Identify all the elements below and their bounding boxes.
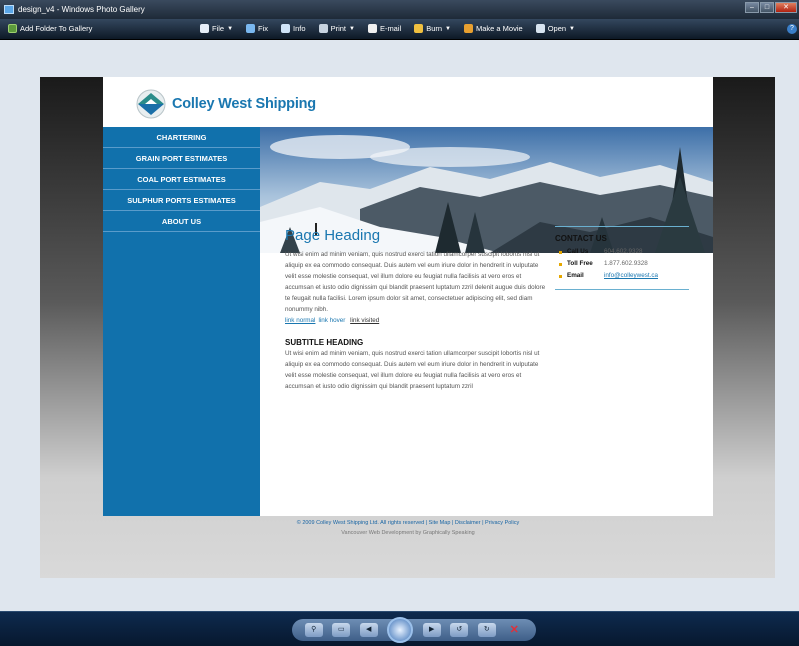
fix-icon (246, 24, 256, 33)
menu-label: Print (330, 24, 346, 33)
menu-burn[interactable]: Burn ▼ (414, 24, 451, 33)
contact-value: 1.877.602.9328 (604, 260, 648, 267)
chevron-down-icon: ▼ (445, 25, 451, 32)
add-folder-button[interactable]: Add Folder To Gallery (8, 24, 92, 33)
print-icon (318, 24, 328, 33)
menu-fix[interactable]: Fix (246, 24, 268, 33)
body-paragraph: Ut wisi enim ad minim veniam, quis nostr… (285, 350, 540, 390)
contact-label: Toll Free (567, 260, 593, 267)
add-folder-icon (8, 24, 17, 33)
logo: Colley West Shipping (136, 89, 316, 119)
contact-title: CONTACT US (555, 234, 607, 243)
email-link[interactable]: info@colleywest.ca (604, 270, 658, 282)
menu-label: Fix (258, 24, 269, 33)
brand-name: Colley West Shipping (172, 96, 316, 112)
menu-make-a-movie[interactable]: Make a Movie (464, 24, 523, 33)
command-menu: File ▼ Fix Info Print ▼ E-mail Burn ▼ Make a Movi… (200, 24, 588, 33)
chevron-down-icon: ▼ (348, 25, 355, 32)
maximize-button[interactable]: □ (760, 2, 774, 13)
footer-credit: Vancouver Web Development by Graphically… (341, 530, 475, 536)
playback-controls: ⚲ ▭ ◀ ▶ ↺ ↻ ✕ (292, 617, 536, 643)
menu-label: Burn (426, 24, 443, 33)
link-visited[interactable]: link visited (350, 317, 379, 324)
file-icon (200, 24, 209, 33)
slideshow-icon[interactable] (387, 617, 414, 643)
contact-box: CONTACT US Call Us 604.602.9328 Toll Fre… (555, 226, 689, 290)
actual-size-icon[interactable]: ▭ (332, 623, 351, 637)
email-icon (367, 24, 377, 33)
chevron-down-icon: ▼ (569, 25, 575, 32)
rotate-left-icon[interactable]: ↺ (450, 623, 469, 637)
site-nav: CHARTERING GRAIN PORT ESTIMATES COAL POR… (103, 127, 260, 516)
movie-icon (464, 24, 473, 33)
contact-row-phone: Call Us 604.602.9328 (555, 246, 689, 258)
menu-label: Make a Movie (476, 24, 523, 33)
contact-label: Call Us (567, 248, 589, 255)
delete-icon[interactable]: ✕ (505, 623, 523, 637)
nav-item-coal-port-estimates[interactable]: COAL PORT ESTIMATES (103, 169, 260, 190)
menu-file[interactable]: File ▼ (200, 24, 233, 33)
window-title: design_v4 - Windows Photo Gallery (18, 5, 145, 14)
link-hover[interactable]: link hover (318, 317, 345, 324)
next-icon[interactable]: ▶ (422, 623, 441, 637)
main-content: Page Heading Ut wisi enim ad minim venia… (285, 227, 550, 392)
menu-e-mail[interactable]: E-mail (367, 24, 402, 33)
subtitle-heading: SUBTITLE HEADING (285, 338, 364, 347)
menu-label: E-mail (379, 24, 402, 33)
window-controls: – □ ✕ (744, 2, 797, 13)
nav-item-sulphur-ports-estimates[interactable]: SULPHUR PORTS ESTIMATES (103, 190, 260, 211)
chevron-down-icon: ▼ (227, 25, 234, 32)
contact-value: 604.602.9328 (604, 248, 643, 255)
page-heading: Page Heading (285, 227, 381, 244)
menu-label: Info (293, 24, 306, 33)
nav-item-about-us[interactable]: ABOUT US (103, 211, 260, 232)
burn-icon (414, 24, 424, 33)
command-bar: Add Folder To Gallery File ▼ Fix Info Print ▼… (0, 19, 799, 40)
menu-label: Open (547, 24, 567, 33)
add-folder-label: Add Folder To Gallery (20, 24, 93, 33)
rotate-right-icon[interactable]: ↻ (477, 623, 496, 637)
body-paragraph: Ut wisi enim ad minim veniam, quis nostr… (285, 251, 546, 313)
navigation-bar: ⚲ ▭ ◀ ▶ ↺ ↻ ✕ (0, 611, 799, 646)
open-icon (535, 24, 545, 33)
bullet-icon (559, 274, 562, 278)
site-header: Colley West Shipping (103, 77, 713, 127)
footer-links[interactable]: © 2009 Colley West Shipping Ltd. All rig… (103, 520, 713, 526)
menu-label: File (212, 24, 225, 33)
window-title-bar[interactable]: design_v4 - Windows Photo Gallery – □ ✕ (0, 0, 799, 19)
bullet-icon (559, 250, 562, 254)
close-button[interactable]: ✕ (775, 2, 797, 13)
mountain-logo-icon (136, 89, 166, 119)
photo-gallery-icon (4, 5, 14, 14)
help-icon[interactable]: ? (787, 24, 797, 34)
website-mockup: Colley West Shipping CHARTERING GRAIN PO… (103, 77, 713, 516)
menu-print[interactable]: Print ▼ (318, 24, 355, 33)
menu-info[interactable]: Info (281, 24, 306, 33)
info-icon (281, 24, 291, 33)
bullet-icon (559, 262, 562, 266)
nav-item-chartering[interactable]: CHARTERING (103, 127, 260, 148)
zoom-icon[interactable]: ⚲ (304, 623, 323, 637)
contact-row-toll-free: Toll Free 1.877.602.9328 (555, 258, 689, 270)
nav-item-grain-port-estimates[interactable]: GRAIN PORT ESTIMATES (103, 148, 260, 169)
link-samples: link normal link hover link visited (285, 315, 550, 326)
minimize-button[interactable]: – (745, 2, 759, 13)
contact-row-email: Email info@colleywest.ca (555, 270, 689, 282)
site-footer: © 2009 Colley West Shipping Ltd. All rig… (103, 520, 713, 536)
link-normal[interactable]: link normal (285, 317, 315, 324)
menu-open[interactable]: Open ▼ (535, 24, 575, 33)
previous-icon[interactable]: ◀ (359, 623, 378, 637)
contact-label: Email (567, 272, 584, 279)
